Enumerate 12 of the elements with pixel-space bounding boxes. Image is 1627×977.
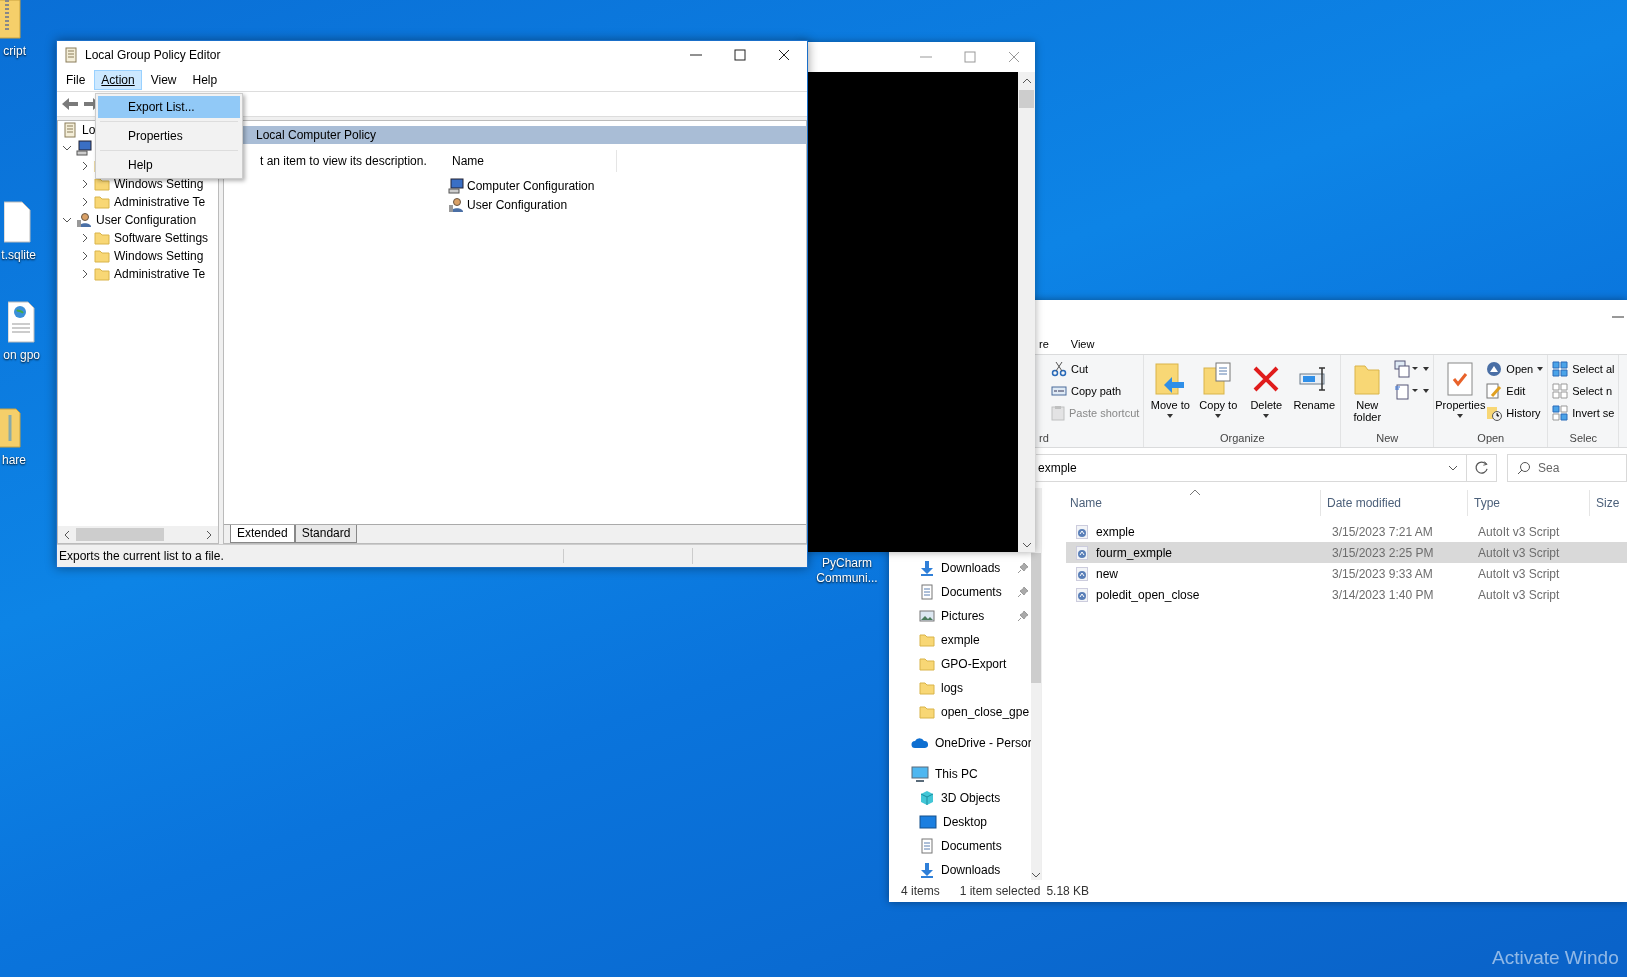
- ribbon-group-label: rd: [1039, 432, 1050, 446]
- status-text: 4 items: [901, 884, 940, 898]
- ribbon-group-label: New: [1375, 432, 1400, 446]
- ribbon-group-label: Open: [1476, 432, 1506, 446]
- activation-notice: Activate Windo: [1492, 947, 1619, 969]
- window-title: Local Group Policy Editor: [85, 48, 221, 62]
- description-text: t an item to view its description.: [259, 153, 428, 170]
- ribbon-group-label: Selec: [1568, 432, 1599, 446]
- status-text: 1 item selected: [959, 884, 1041, 898]
- status-text: 5.18 KB: [1046, 884, 1090, 898]
- status-text: Exports the current list to a file.: [57, 549, 564, 563]
- ribbon-group-label: Organize: [1219, 432, 1266, 446]
